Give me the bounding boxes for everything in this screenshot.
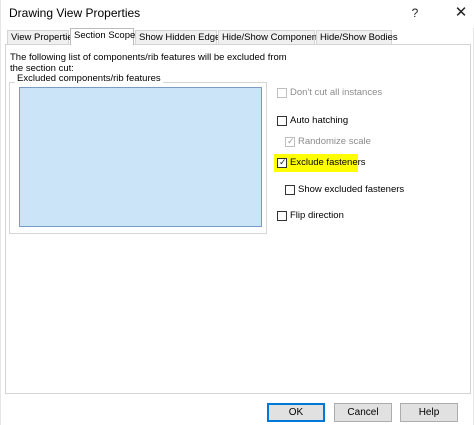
tab-view-properties[interactable]: View Properties bbox=[7, 30, 77, 44]
show-excluded-fasteners-checkbox[interactable] bbox=[285, 185, 295, 195]
tab-hide-show-components[interactable]: Hide/Show Components bbox=[218, 30, 324, 44]
exclude-fasteners-label: Exclude fasteners bbox=[290, 157, 366, 168]
flip-direction-checkbox[interactable] bbox=[277, 211, 287, 221]
title-bar: Drawing View Properties ? ✕ bbox=[1, 0, 474, 28]
flip-direction-label: Flip direction bbox=[290, 210, 344, 221]
auto-hatching-label: Auto hatching bbox=[290, 115, 349, 126]
randomize-scale-checkbox[interactable]: ✓ bbox=[285, 136, 295, 147]
excluded-components-group-label: Excluded components/rib features bbox=[15, 73, 163, 84]
section-scope-description: The following list of components/rib fea… bbox=[10, 52, 287, 74]
help-button[interactable]: Help bbox=[400, 403, 458, 422]
drawing-view-properties-dialog: Drawing View Properties ? ✕ View Propert… bbox=[0, 0, 474, 425]
dont-cut-all-instances-label: Don't cut all instances bbox=[290, 87, 383, 98]
dont-cut-all-instances-checkbox[interactable] bbox=[277, 88, 287, 98]
excluded-components-list[interactable] bbox=[19, 87, 262, 227]
tab-show-hidden-edges[interactable]: Show Hidden Edges bbox=[135, 30, 225, 44]
cancel-button[interactable]: Cancel bbox=[334, 403, 392, 422]
check-icon: ✓ bbox=[287, 136, 295, 146]
show-excluded-fasteners-label: Show excluded fasteners bbox=[298, 184, 405, 195]
help-icon[interactable]: ? bbox=[408, 6, 422, 20]
tab-hide-show-bodies[interactable]: Hide/Show Bodies bbox=[316, 30, 398, 44]
exclude-fasteners-checkbox[interactable]: ✓ bbox=[277, 157, 287, 168]
window-title: Drawing View Properties bbox=[9, 6, 141, 20]
randomize-scale-label: Randomize scale bbox=[298, 136, 371, 147]
close-icon[interactable]: ✕ bbox=[454, 3, 468, 21]
auto-hatching-checkbox[interactable] bbox=[277, 116, 287, 126]
ok-button[interactable]: OK bbox=[267, 403, 325, 422]
check-icon: ✓ bbox=[279, 157, 287, 167]
tab-section-scope[interactable]: Section Scope bbox=[70, 28, 135, 45]
